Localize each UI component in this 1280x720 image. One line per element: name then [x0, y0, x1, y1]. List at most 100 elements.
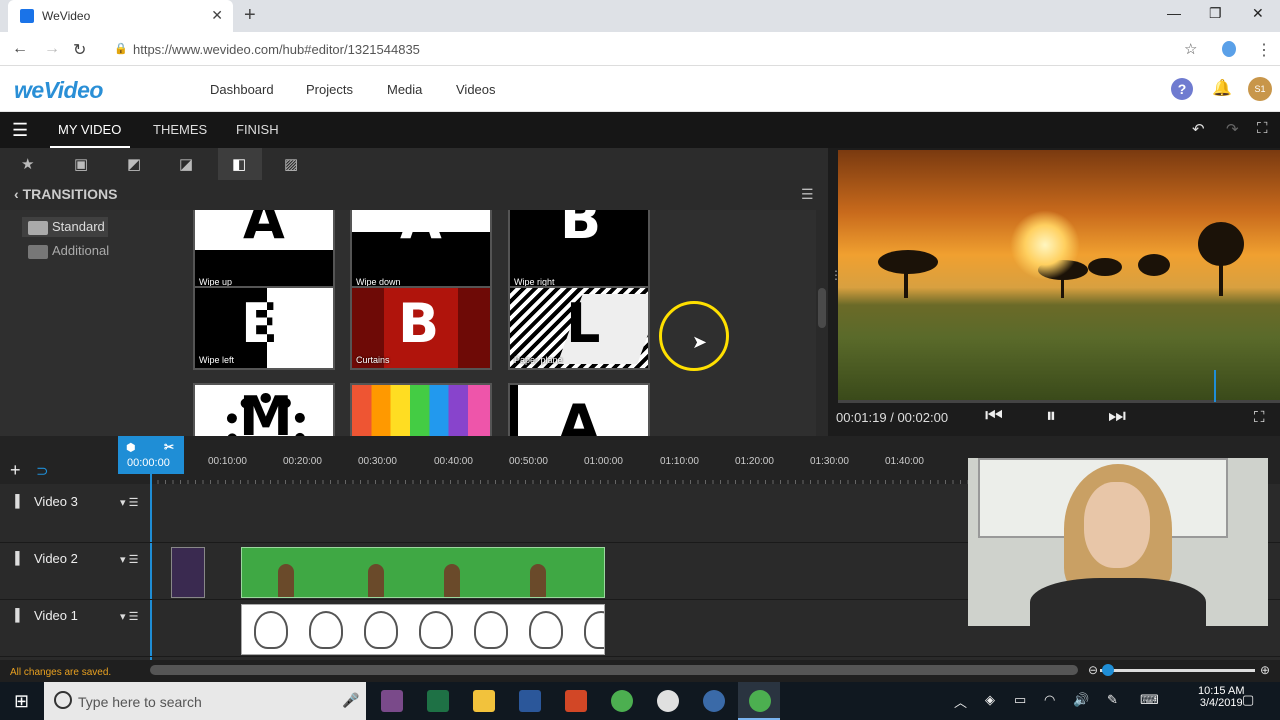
transition-ornament[interactable]: M — [193, 383, 335, 436]
wifi-icon[interactable]: ◠ — [1044, 692, 1055, 708]
hamburger-menu-icon[interactable]: ☰ — [12, 120, 28, 141]
preview-fullscreen-icon[interactable]: ⛶ — [1254, 409, 1265, 426]
folder-additional[interactable]: Additional — [28, 243, 109, 259]
forward-icon[interactable]: → — [44, 40, 60, 58]
tab-title: WeVideo — [42, 9, 91, 23]
panel-title: TRANSITIONS — [22, 186, 118, 202]
snip-app-icon[interactable] — [381, 690, 403, 712]
tab-themes[interactable]: THEMES — [153, 122, 207, 137]
ruler-tick: 01:40:00 — [885, 456, 924, 467]
windows-start-icon[interactable]: ⊞ — [14, 691, 29, 712]
avatar[interactable]: S1 — [1248, 77, 1272, 101]
zoom-in-icon[interactable]: ⊕ — [1260, 663, 1270, 677]
cortana-icon[interactable] — [54, 691, 72, 709]
tab-my-video[interactable]: MY VIDEO — [58, 122, 121, 137]
notification-bell-icon[interactable]: 🔔 — [1212, 78, 1232, 98]
tab-finish[interactable]: FINISH — [236, 122, 279, 137]
restore-icon[interactable]: ❐ — [1209, 5, 1222, 22]
timeline-clip-faces[interactable] — [241, 604, 605, 655]
transition-label: Wipe left — [199, 355, 235, 365]
tray-expand-icon[interactable]: ︿ — [954, 692, 967, 711]
redo-icon[interactable]: ↷ — [1226, 120, 1239, 138]
wevideo-logo[interactable]: weVideo — [14, 77, 103, 104]
webcam-overlay — [968, 458, 1268, 626]
excel-icon[interactable] — [427, 690, 449, 712]
panel-scrollbar-thumb[interactable] — [818, 288, 826, 328]
nav-projects[interactable]: Projects — [306, 82, 353, 97]
itunes-icon[interactable] — [657, 690, 679, 712]
transitions-back-title[interactable]: ‹ TRANSITIONS — [14, 186, 117, 202]
track-dropdown-icon[interactable]: ▾ ☰ — [120, 610, 138, 623]
extension-icon[interactable] — [1222, 41, 1236, 57]
track-dropdown-icon[interactable]: ▾ ☰ — [120, 496, 138, 509]
media-app-icon[interactable] — [703, 690, 725, 712]
back-icon[interactable]: ← — [12, 40, 28, 58]
split-scissors-icon[interactable]: ✂ — [164, 440, 174, 454]
skip-back-icon[interactable]: ⏮ — [985, 405, 1003, 428]
dropbox-icon[interactable]: ◈ — [985, 692, 995, 708]
folder-standard[interactable]: Standard — [28, 219, 105, 235]
timeline-horizontal-scrollbar[interactable] — [150, 665, 1078, 675]
transition-wipe-up[interactable]: A Wipe up — [193, 210, 335, 292]
transition-wipe-plain[interactable]: A — [508, 383, 650, 436]
magnet-snap-icon[interactable]: ⊃ — [36, 462, 49, 480]
chrome-icon[interactable] — [611, 690, 633, 712]
action-center-icon[interactable]: ▢ — [1242, 692, 1254, 708]
transition-wipe-left[interactable]: E Wipe left — [193, 286, 335, 370]
fullscreen-editor-icon[interactable]: ⛶ — [1257, 120, 1268, 137]
film-icon: ▐ — [11, 608, 20, 622]
microphone-icon[interactable]: 🎤 — [342, 692, 359, 709]
pause-icon[interactable]: ⏸ — [1046, 405, 1056, 428]
panel-menu-icon[interactable]: ☰ — [801, 186, 814, 203]
battery-icon[interactable]: ▭ — [1014, 692, 1026, 708]
transition-curtains[interactable]: B Curtains — [350, 286, 492, 370]
transition-glyph: A — [400, 210, 442, 251]
undo-icon[interactable]: ↶ — [1192, 120, 1205, 138]
my-media-icon[interactable]: ▣ — [74, 155, 88, 173]
transition-wipe-down[interactable]: A Wipe down — [350, 210, 492, 292]
nav-videos[interactable]: Videos — [456, 82, 496, 97]
file-explorer-icon[interactable] — [473, 690, 495, 712]
zoom-slider-knob[interactable] — [1102, 664, 1114, 676]
browser-menu-icon[interactable]: ⋮ — [1256, 40, 1272, 60]
marker-icon[interactable]: ⬢ — [126, 441, 136, 454]
timeline-clip-greenscreen[interactable] — [241, 547, 605, 598]
timeline-clip-small[interactable] — [171, 547, 205, 598]
transition-paper-plane[interactable]: L Paper plane — [508, 286, 650, 370]
close-tab-icon[interactable]: ✕ — [211, 7, 223, 24]
nav-dashboard[interactable]: Dashboard — [210, 82, 274, 97]
favorites-star-icon[interactable]: ★ — [21, 155, 34, 173]
transitions-icon[interactable]: ◧ — [232, 155, 246, 173]
word-icon[interactable] — [519, 690, 541, 712]
nav-media[interactable]: Media — [387, 82, 422, 97]
chrome-active-icon[interactable] — [749, 690, 771, 712]
transition-glyph: M — [239, 385, 293, 436]
help-icon[interactable]: ? — [1171, 78, 1193, 100]
add-track-icon[interactable]: + — [10, 460, 21, 481]
transition-glyph: L — [566, 292, 601, 355]
zoom-slider[interactable] — [1100, 669, 1255, 672]
film-icon: ▐ — [11, 494, 20, 508]
transition-rainbow[interactable] — [350, 383, 492, 436]
window-close-icon[interactable]: ✕ — [1252, 5, 1264, 22]
keyboard-icon[interactable]: ⌨ — [1140, 692, 1159, 708]
url-field[interactable]: https://www.wevideo.com/hub#editor/13215… — [133, 42, 420, 57]
essentials-icon[interactable]: ◩ — [127, 155, 141, 173]
transition-wipe-right[interactable]: B Wipe right — [508, 210, 650, 292]
bookmark-star-icon[interactable]: ☆ — [1184, 40, 1197, 58]
taskbar-clock[interactable]: 10:15 AM 3/4/2019 — [1198, 685, 1244, 709]
audio-library-icon[interactable]: ◪ — [179, 155, 193, 173]
powerpoint-icon[interactable] — [565, 690, 587, 712]
images-icon[interactable]: ▨ — [284, 155, 298, 173]
volume-icon[interactable]: 🔊 — [1073, 692, 1089, 708]
reload-icon[interactable]: ↻ — [73, 40, 86, 60]
pen-icon[interactable]: ✎ — [1107, 692, 1118, 708]
new-tab-icon[interactable]: + — [244, 4, 256, 27]
transition-glyph: B — [560, 210, 602, 251]
track-dropdown-icon[interactable]: ▾ ☰ — [120, 553, 138, 566]
mouse-pointer-icon: ➤ — [692, 332, 708, 352]
skip-forward-icon[interactable]: ⏭ — [1108, 405, 1126, 428]
minimize-icon[interactable]: — — [1167, 5, 1181, 21]
browser-tab[interactable]: WeVideo ✕ — [8, 0, 233, 32]
zoom-out-icon[interactable]: ⊖ — [1088, 663, 1098, 677]
